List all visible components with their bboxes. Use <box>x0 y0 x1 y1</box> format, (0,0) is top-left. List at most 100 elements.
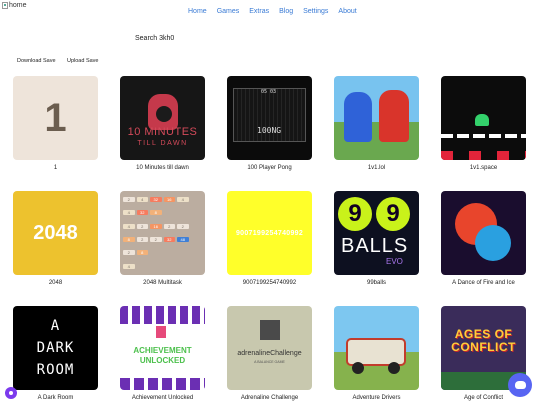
upload-save-button[interactable]: Upload Save <box>67 58 99 64</box>
platform-art <box>441 134 526 138</box>
nav-settings[interactable]: Settings <box>303 8 328 15</box>
logo-alt-text: home <box>9 2 27 9</box>
game-thumbnail[interactable]: 9007199254740992 <box>227 191 312 275</box>
tile-2048: 4 <box>177 197 189 203</box>
thumb-text: ACHIEVEMENT UNLOCKED <box>133 346 192 365</box>
character-art <box>147 94 178 130</box>
game-title[interactable]: 10 Minutes till dawn <box>120 165 205 171</box>
tile-2048: 2 <box>136 237 148 243</box>
nav-blog[interactable]: Blog <box>279 8 293 15</box>
blue-character-art <box>344 92 372 142</box>
wheel-art <box>388 362 400 374</box>
nav-home[interactable]: Home <box>188 8 207 15</box>
discord-icon[interactable] <box>508 373 532 397</box>
wheel-art <box>352 362 364 374</box>
ball-art: 9 <box>376 197 410 231</box>
ice-planet-art <box>475 225 511 261</box>
tile-2048: 48 <box>177 237 189 243</box>
tile-2048: 4 <box>123 210 135 216</box>
game-title[interactable]: 99balls <box>334 280 419 286</box>
download-save-button[interactable]: Download Save <box>17 58 56 64</box>
tile-2048: 2 <box>177 223 189 229</box>
game-title[interactable]: A Dark Room <box>13 395 98 401</box>
game-thumbnail[interactable]: 10 MINUTES TILL DAWN <box>120 76 205 160</box>
game-thumbnail[interactable] <box>441 191 526 275</box>
game-thumbnail[interactable]: 2 4 32 16 4 4 32 8 4 2 16 2 2 8 2 2 32 48 2 8 4 <box>120 191 205 275</box>
game-thumbnail[interactable]: 2048 <box>13 191 98 275</box>
thumb-text: AGES OF CONFLICT <box>451 327 516 354</box>
game-card-1v1-space[interactable]: 1v1.space <box>441 76 526 171</box>
thumb-text: 10 MINUTES <box>127 126 198 138</box>
tile-2048: 4 <box>123 223 135 229</box>
ball-art: 9 <box>338 197 372 231</box>
game-title[interactable]: 1v1.space <box>441 165 526 171</box>
player-art <box>156 326 166 338</box>
thumb-text: 1 <box>44 95 67 140</box>
game-title[interactable]: 2048 <box>13 280 98 286</box>
tile-2048: 16 <box>163 197 175 203</box>
thumb-text: A <box>50 318 61 334</box>
home-logo[interactable]: home <box>2 2 27 9</box>
game-title[interactable]: 1v1.lol <box>334 165 419 171</box>
nav-about[interactable]: About <box>338 8 356 15</box>
tile-2048: 32 <box>136 210 148 216</box>
game-card-100-player-pong[interactable]: 05 03 100NG 100 Player Pong <box>227 76 312 171</box>
thumb-text: ROOM <box>36 362 75 378</box>
thumb-subtext: A BALANCE GAME <box>254 360 285 364</box>
game-card-adventure-drivers[interactable]: Adventure Drivers <box>334 306 419 401</box>
game-thumbnail[interactable]: 1 <box>13 76 98 160</box>
tile-2048: 8 <box>123 237 135 243</box>
tile-2048: 2 <box>163 223 175 229</box>
game-card-99balls[interactable]: 9 9 BALLS EVO 99balls <box>334 191 419 286</box>
game-title[interactable]: 2048 Multitask <box>120 280 205 286</box>
game-thumbnail[interactable] <box>334 306 419 390</box>
search-label[interactable]: Search 3kh0 <box>135 35 174 42</box>
game-card-1[interactable]: 1 1 <box>13 76 98 171</box>
tile-2048: 8 <box>136 250 148 256</box>
game-title[interactable]: A Dance of Fire and Ice <box>441 280 526 286</box>
game-card-achievement-unlocked[interactable]: ACHIEVEMENT UNLOCKED Achievement Unlocked <box>120 306 205 401</box>
game-card-2048-multitask[interactable]: 2 4 32 16 4 4 32 8 4 2 16 2 2 8 2 2 32 48 2 8 4 2048 Multita… <box>120 191 205 286</box>
tile-2048: 32 <box>150 197 162 203</box>
tile-2048: 2 <box>136 223 148 229</box>
thumb-text: adrenalineChallenge <box>237 350 302 357</box>
game-thumbnail[interactable] <box>334 76 419 160</box>
nav-games[interactable]: Games <box>217 8 240 15</box>
game-card-a-dance-of-fire-and-ice[interactable]: A Dance of Fire and Ice <box>441 191 526 286</box>
game-card-9007199254740992[interactable]: 9007199254740992 9007199254740992 <box>227 191 312 286</box>
thumb-text: 100NG <box>257 126 282 135</box>
top-nav: Home Games Extras Blog Settings About <box>188 8 367 15</box>
red-character-art <box>379 90 409 142</box>
tile-2048: 2 <box>123 250 135 256</box>
game-title[interactable]: 1 <box>13 165 98 171</box>
tile-2048: 4 <box>136 197 148 203</box>
tile-2048: 2 <box>123 197 135 203</box>
game-thumbnail[interactable] <box>441 76 526 160</box>
thumb-subtext: EVO <box>386 257 403 266</box>
game-card-a-dark-room[interactable]: A DARK ROOM A Dark Room <box>13 306 98 401</box>
game-title[interactable]: Age of Conflict <box>441 395 526 401</box>
game-thumbnail[interactable]: A DARK ROOM <box>13 306 98 390</box>
floor-art <box>120 378 205 390</box>
alien-art <box>475 114 489 126</box>
game-thumbnail[interactable]: 05 03 100NG <box>227 76 312 160</box>
game-title[interactable]: 9007199254740992 <box>227 280 312 286</box>
game-card-2048[interactable]: 2048 2048 <box>13 191 98 286</box>
game-card-adrenaline-challenge[interactable]: adrenalineChallenge A BALANCE GAME Adren… <box>227 306 312 401</box>
game-thumbnail[interactable]: adrenalineChallenge A BALANCE GAME <box>227 306 312 390</box>
game-thumbnail[interactable]: 9 9 BALLS EVO <box>334 191 419 275</box>
game-thumbnail[interactable]: ACHIEVEMENT UNLOCKED <box>120 306 205 390</box>
assistant-icon[interactable] <box>5 387 17 399</box>
game-title[interactable]: Adventure Drivers <box>334 395 419 401</box>
game-card-10-minutes-till-dawn[interactable]: 10 MINUTES TILL DAWN 10 Minutes till daw… <box>120 76 205 171</box>
cube-logo-art <box>260 320 280 340</box>
game-card-1v1-lol[interactable]: 1v1.lol <box>334 76 419 171</box>
game-title[interactable]: Adrenaline Challenge <box>227 395 312 401</box>
thumb-text: DARK <box>36 340 75 356</box>
thumb-text: 2048 <box>33 221 78 244</box>
nav-extras[interactable]: Extras <box>249 8 269 15</box>
game-title[interactable]: Achievement Unlocked <box>120 395 205 401</box>
game-title[interactable]: 100 Player Pong <box>227 165 312 171</box>
thumb-text: 9007199254740992 <box>235 229 304 237</box>
floor-art <box>441 151 526 160</box>
